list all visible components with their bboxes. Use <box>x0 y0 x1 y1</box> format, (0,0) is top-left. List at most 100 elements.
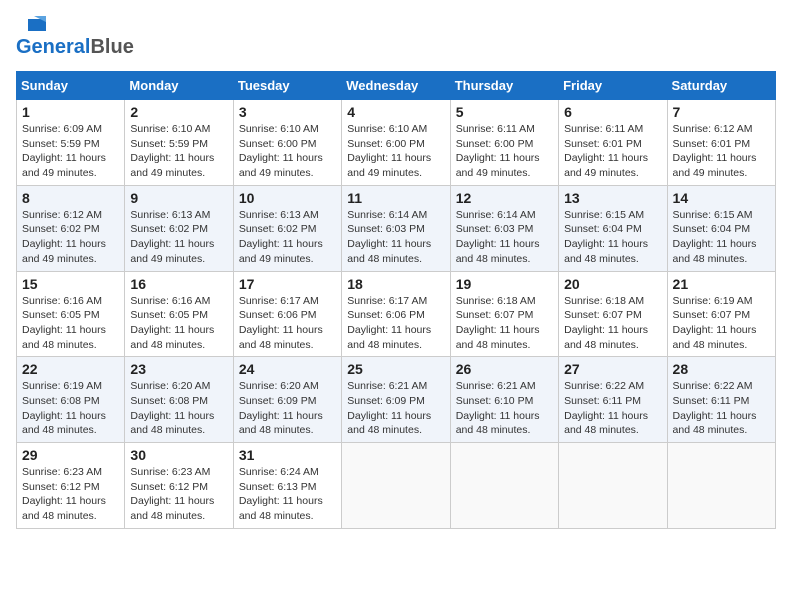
calendar-cell: 29 Sunrise: 6:23 AMSunset: 6:12 PMDayligh… <box>17 443 125 529</box>
day-info: Sunrise: 6:10 AMSunset: 5:59 PMDaylight:… <box>130 122 227 181</box>
day-info: Sunrise: 6:17 AMSunset: 6:06 PMDaylight:… <box>347 294 444 353</box>
calendar-cell: 26 Sunrise: 6:21 AMSunset: 6:10 PMDayligh… <box>450 357 558 443</box>
day-info: Sunrise: 6:18 AMSunset: 6:07 PMDaylight:… <box>564 294 661 353</box>
day-number: 7 <box>673 104 770 120</box>
weekday-header-row: SundayMondayTuesdayWednesdayThursdayFrid… <box>17 72 776 100</box>
calendar-cell: 28Sunrise: 6:22 AMSunset: 6:11 PMDayligh… <box>667 357 775 443</box>
day-number: 9 <box>130 190 227 206</box>
day-number: 20 <box>564 276 661 292</box>
day-number: 18 <box>347 276 444 292</box>
calendar-cell: 30Sunrise: 6:23 AMSunset: 6:12 PMDayligh… <box>125 443 233 529</box>
day-number: 10 <box>239 190 336 206</box>
day-number: 6 <box>564 104 661 120</box>
day-number: 26 <box>456 361 553 377</box>
calendar-cell: 21Sunrise: 6:19 AMSunset: 6:07 PMDayligh… <box>667 271 775 357</box>
day-number: 3 <box>239 104 336 120</box>
weekday-header-friday: Friday <box>559 72 667 100</box>
calendar-week-3: 15 Sunrise: 6:16 AMSunset: 6:05 PMDayligh… <box>17 271 776 357</box>
day-info: Sunrise: 6:18 AMSunset: 6:07 PMDaylight:… <box>456 294 553 353</box>
day-info: Sunrise: 6:12 AMSunset: 6:02 PMDaylight:… <box>22 208 119 267</box>
day-number: 19 <box>456 276 553 292</box>
day-info: Sunrise: 6:10 AMSunset: 6:00 PMDaylight:… <box>347 122 444 181</box>
day-info: Sunrise: 6:23 AMSunset: 6:12 PMDaylight:… <box>130 465 227 524</box>
calendar-cell: 4Sunrise: 6:10 AMSunset: 6:00 PMDaylight… <box>342 100 450 186</box>
day-info: Sunrise: 6:15 AMSunset: 6:04 PMDaylight:… <box>564 208 661 267</box>
day-info: Sunrise: 6:14 AMSunset: 6:03 PMDaylight:… <box>456 208 553 267</box>
day-info: Sunrise: 6:17 AMSunset: 6:06 PMDaylight:… <box>239 294 336 353</box>
day-number: 15 <box>22 276 119 292</box>
logo: General Blue <box>16 16 134 59</box>
calendar-cell: 19 Sunrise: 6:18 AMSunset: 6:07 PMDayligh… <box>450 271 558 357</box>
calendar-table: SundayMondayTuesdayWednesdayThursdayFrid… <box>16 71 776 529</box>
day-number: 11 <box>347 190 444 206</box>
day-info: Sunrise: 6:24 AMSunset: 6:13 PMDaylight:… <box>239 465 336 524</box>
calendar-cell <box>667 443 775 529</box>
day-info: Sunrise: 6:20 AMSunset: 6:08 PMDaylight:… <box>130 379 227 438</box>
day-number: 23 <box>130 361 227 377</box>
day-number: 29 <box>22 447 119 463</box>
calendar-cell <box>450 443 558 529</box>
weekday-header-thursday: Thursday <box>450 72 558 100</box>
calendar-cell: 1 Sunrise: 6:09 AMSunset: 5:59 PMDaylight… <box>17 100 125 186</box>
calendar-body: 1 Sunrise: 6:09 AMSunset: 5:59 PMDaylight… <box>17 100 776 529</box>
calendar-cell: 16 Sunrise: 6:16 AMSunset: 6:05 PMDayligh… <box>125 271 233 357</box>
day-number: 5 <box>456 104 553 120</box>
day-info: Sunrise: 6:11 AMSunset: 6:01 PMDaylight:… <box>564 122 661 181</box>
calendar-cell: 6 Sunrise: 6:11 AMSunset: 6:01 PMDaylight… <box>559 100 667 186</box>
day-number: 25 <box>347 361 444 377</box>
page-header: General Blue <box>16 16 776 59</box>
weekday-header-wednesday: Wednesday <box>342 72 450 100</box>
calendar-cell: 24Sunrise: 6:20 AMSunset: 6:09 PMDayligh… <box>233 357 341 443</box>
day-info: Sunrise: 6:16 AMSunset: 6:05 PMDaylight:… <box>130 294 227 353</box>
day-number: 17 <box>239 276 336 292</box>
weekday-header-tuesday: Tuesday <box>233 72 341 100</box>
logo-text-blue: Blue <box>90 36 133 59</box>
calendar-header: SundayMondayTuesdayWednesdayThursdayFrid… <box>17 72 776 100</box>
logo-text-general: General <box>16 36 90 59</box>
day-number: 12 <box>456 190 553 206</box>
day-number: 2 <box>130 104 227 120</box>
calendar-cell: 25 Sunrise: 6:21 AMSunset: 6:09 PMDayligh… <box>342 357 450 443</box>
calendar-cell: 23 Sunrise: 6:20 AMSunset: 6:08 PMDayligh… <box>125 357 233 443</box>
calendar-cell: 3 Sunrise: 6:10 AMSunset: 6:00 PMDaylight… <box>233 100 341 186</box>
day-info: Sunrise: 6:09 AMSunset: 5:59 PMDaylight:… <box>22 122 119 181</box>
day-info: Sunrise: 6:10 AMSunset: 6:00 PMDaylight:… <box>239 122 336 181</box>
calendar-cell: 2 Sunrise: 6:10 AMSunset: 5:59 PMDaylight… <box>125 100 233 186</box>
day-number: 13 <box>564 190 661 206</box>
calendar-cell: 9 Sunrise: 6:13 AMSunset: 6:02 PMDaylight… <box>125 185 233 271</box>
day-info: Sunrise: 6:20 AMSunset: 6:09 PMDaylight:… <box>239 379 336 438</box>
calendar-cell: 5Sunrise: 6:11 AMSunset: 6:00 PMDaylight… <box>450 100 558 186</box>
weekday-header-monday: Monday <box>125 72 233 100</box>
calendar-cell: 11 Sunrise: 6:14 AMSunset: 6:03 PMDayligh… <box>342 185 450 271</box>
day-number: 31 <box>239 447 336 463</box>
calendar-cell: 7Sunrise: 6:12 AMSunset: 6:01 PMDaylight… <box>667 100 775 186</box>
day-number: 16 <box>130 276 227 292</box>
day-info: Sunrise: 6:23 AMSunset: 6:12 PMDaylight:… <box>22 465 119 524</box>
calendar-cell: 20 Sunrise: 6:18 AMSunset: 6:07 PMDayligh… <box>559 271 667 357</box>
day-info: Sunrise: 6:16 AMSunset: 6:05 PMDaylight:… <box>22 294 119 353</box>
calendar-cell: 15 Sunrise: 6:16 AMSunset: 6:05 PMDayligh… <box>17 271 125 357</box>
calendar-cell: 17 Sunrise: 6:17 AMSunset: 6:06 PMDayligh… <box>233 271 341 357</box>
calendar-cell: 22Sunrise: 6:19 AMSunset: 6:08 PMDayligh… <box>17 357 125 443</box>
calendar-cell: 18 Sunrise: 6:17 AMSunset: 6:06 PMDayligh… <box>342 271 450 357</box>
calendar-cell <box>559 443 667 529</box>
calendar-cell <box>342 443 450 529</box>
logo-icon <box>16 16 46 34</box>
day-number: 27 <box>564 361 661 377</box>
weekday-header-sunday: Sunday <box>17 72 125 100</box>
day-info: Sunrise: 6:21 AMSunset: 6:09 PMDaylight:… <box>347 379 444 438</box>
day-number: 14 <box>673 190 770 206</box>
calendar-week-5: 29 Sunrise: 6:23 AMSunset: 6:12 PMDayligh… <box>17 443 776 529</box>
day-info: Sunrise: 6:21 AMSunset: 6:10 PMDaylight:… <box>456 379 553 438</box>
day-number: 21 <box>673 276 770 292</box>
calendar-cell: 14Sunrise: 6:15 AMSunset: 6:04 PMDayligh… <box>667 185 775 271</box>
day-info: Sunrise: 6:13 AMSunset: 6:02 PMDaylight:… <box>130 208 227 267</box>
calendar-week-4: 22Sunrise: 6:19 AMSunset: 6:08 PMDayligh… <box>17 357 776 443</box>
calendar-week-2: 8Sunrise: 6:12 AMSunset: 6:02 PMDaylight… <box>17 185 776 271</box>
calendar-cell: 10Sunrise: 6:13 AMSunset: 6:02 PMDayligh… <box>233 185 341 271</box>
day-info: Sunrise: 6:19 AMSunset: 6:08 PMDaylight:… <box>22 379 119 438</box>
day-info: Sunrise: 6:14 AMSunset: 6:03 PMDaylight:… <box>347 208 444 267</box>
day-number: 1 <box>22 104 119 120</box>
calendar-cell: 12 Sunrise: 6:14 AMSunset: 6:03 PMDayligh… <box>450 185 558 271</box>
day-number: 28 <box>673 361 770 377</box>
